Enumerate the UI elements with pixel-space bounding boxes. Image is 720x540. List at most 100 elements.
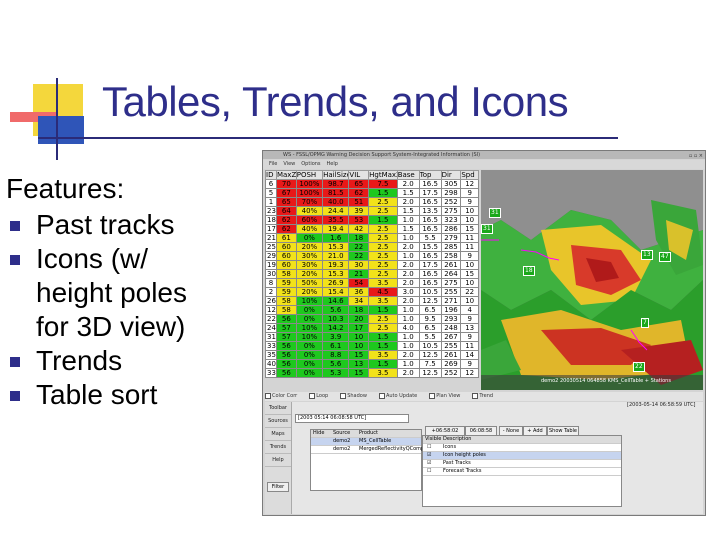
layer-row[interactable]: ☐ Icons — [423, 444, 621, 452]
table-cell: 59 — [275, 278, 297, 288]
layer-row[interactable]: ☑ Past Tracks — [423, 460, 621, 468]
column-header[interactable]: Dir — [440, 170, 462, 180]
table-row[interactable]: 8 59 50% 26.9 54 3.5 2.0 16.5 275 10 — [265, 278, 479, 288]
table-row[interactable]: 1 65 70% 40.0 51 2.5 2.0 16.5 252 9 — [265, 197, 479, 207]
column-header[interactable]: Top — [418, 170, 442, 180]
table-row[interactable]: 25 60 20% 15.3 22 2.5 2.0 15.5 285 11 — [265, 242, 479, 252]
checkbox[interactable] — [472, 392, 479, 399]
side-tab[interactable]: Trends — [265, 441, 291, 454]
table-row[interactable]: 2 59 20% 15.4 36 4.5 3.0 10.5 255 22 — [265, 287, 479, 297]
checkbox[interactable] — [309, 392, 316, 399]
layer-description: Forecast Tracks — [443, 468, 482, 474]
window-controls[interactable]: ▫ ▫ × — [689, 152, 703, 159]
table-row[interactable]: 12 58 0% 5.6 18 1.5 1.0 6.5 196 4 — [265, 305, 479, 315]
side-tab[interactable]: Sources — [265, 415, 291, 428]
side-tab[interactable]: Maps — [265, 428, 291, 441]
bullet-icon — [10, 221, 20, 231]
menu-item[interactable]: View — [283, 161, 295, 167]
table-cell: 33 — [265, 368, 277, 378]
control-label: Plan View — [436, 393, 461, 399]
storm-id-icon[interactable]: 7 — [641, 318, 649, 328]
table-row[interactable]: 30 58 20% 15.3 21 2.5 2.0 16.5 264 15 — [265, 269, 479, 279]
table-row[interactable]: 5 67 100% 81.5 62 1.5 1.5 17.5 298 9 — [265, 188, 479, 198]
table-row[interactable]: 6 70 100% 98.7 65 7.5 2.0 16.5 305 12 — [265, 179, 479, 189]
control-option[interactable]: Trend — [472, 392, 499, 399]
control-option[interactable]: Auto Update — [378, 392, 423, 399]
control-option[interactable]: Plan View — [429, 392, 466, 399]
menu-item[interactable]: File — [269, 161, 277, 167]
map-caption: demo2 20030514 064858 KMS_CellTable + St… — [541, 378, 671, 384]
column-header[interactable]: VIL — [348, 170, 370, 180]
checkbox[interactable] — [429, 392, 436, 399]
table-cell: 5.5 — [418, 233, 442, 243]
control-option[interactable]: Color Corr — [265, 392, 303, 399]
column-header[interactable]: MaxZ — [275, 170, 297, 180]
table-row[interactable]: 31 57 10% 3.9 10 1.5 1.0 5.5 267 9 — [265, 332, 479, 342]
table-cell: 1.0 — [396, 341, 420, 351]
control-option[interactable]: Loop — [309, 392, 334, 399]
side-tab[interactable]: Toolbar — [265, 402, 291, 415]
table-row[interactable]: 17 62 40% 19.4 42 2.5 1.5 16.5 286 15 — [265, 224, 479, 234]
storm-id-icon[interactable]: 13 — [641, 250, 653, 260]
source-row[interactable]: demo2 MergedReflectivityQComposite — [311, 446, 436, 454]
source-header-hide: Hide — [313, 430, 325, 436]
source-table[interactable]: Hide Source Product demo2 MS_CellTable d… — [310, 429, 436, 491]
checkbox-checked-icon[interactable]: ☑ — [427, 452, 431, 459]
table-cell: 17 — [348, 323, 370, 333]
table-row[interactable]: 35 56 0% 8.8 15 3.5 2.0 12.5 261 14 — [265, 350, 479, 360]
radar-map[interactable]: 31 31 13 47 18 7 22 demo2 20030514 064858 KMS_… — [481, 170, 703, 390]
table-cell: 275 — [440, 278, 462, 288]
checkbox-empty-icon[interactable]: ☐ — [427, 468, 431, 475]
table-row[interactable]: 19 60 30% 19.3 30 2.5 2.0 17.5 261 10 — [265, 260, 479, 270]
table-cell: 58 — [275, 296, 297, 306]
table-row[interactable]: 26 58 10% 14.6 34 3.5 2.0 12.5 271 10 — [265, 296, 479, 306]
column-header[interactable]: ID — [265, 170, 277, 180]
menu-item[interactable]: Options — [301, 161, 320, 167]
table-cell: 59 — [275, 287, 297, 297]
storm-id-icon[interactable]: 22 — [633, 362, 645, 372]
storm-id-icon[interactable]: 47 — [659, 252, 671, 262]
table-row[interactable]: 33 56 0% 5.3 15 3.5 2.0 12.5 252 12 — [265, 368, 479, 378]
storm-id-icon[interactable]: 31 — [489, 208, 501, 218]
checkbox[interactable] — [340, 392, 347, 399]
storm-id-icon[interactable]: 31 — [481, 224, 493, 234]
table-cell: 6 — [265, 179, 277, 189]
column-header[interactable]: HgtMaxZ — [368, 170, 398, 180]
layer-row[interactable]: ☑ Icon height poles — [423, 452, 621, 460]
layer-description: Icons — [443, 444, 457, 450]
source-name: demo2 — [333, 438, 351, 444]
column-header[interactable]: HailSize — [322, 170, 350, 180]
table-row[interactable]: 23 64 40% 24.4 39 2.5 1.5 13.5 275 10 — [265, 206, 479, 216]
checkbox-checked-icon[interactable]: ☑ — [427, 460, 431, 467]
checkbox-empty-icon[interactable]: ☐ — [427, 444, 431, 451]
side-tab[interactable]: Help — [265, 454, 291, 467]
column-header[interactable]: Spd — [460, 170, 479, 180]
table-row[interactable]: 33 56 0% 6.1 10 1.5 1.0 10.5 255 11 — [265, 341, 479, 351]
table-row[interactable]: 29 60 30% 21.0 22 2.5 1.0 16.5 258 9 — [265, 251, 479, 261]
storm-id-icon[interactable]: 18 — [523, 266, 535, 276]
checkbox[interactable] — [265, 392, 271, 399]
layer-row[interactable]: ☐ Forecast Tracks — [423, 468, 621, 476]
column-header[interactable]: Base — [396, 170, 420, 180]
slide-title: Tables, Trends, and Icons — [102, 78, 569, 125]
menu-item[interactable]: Help — [327, 161, 338, 167]
cell-table[interactable]: IDMaxZPOSHHailSizeVILHgtMaxZBaseTopDirSp… — [265, 170, 479, 378]
feature-item: Past tracks — [6, 208, 187, 242]
table-cell: 252 — [440, 368, 462, 378]
filter-button[interactable]: Filter — [267, 482, 289, 492]
table-row[interactable]: 18 62 60% 35.5 53 1.5 1.0 16.5 323 10 — [265, 215, 479, 225]
table-cell: 18 — [348, 305, 370, 315]
table-row[interactable]: 21 61 0% 1.6 18 2.5 1.0 5.5 279 11 — [265, 233, 479, 243]
table-row[interactable]: 40 56 0% 5.6 13 1.5 1.0 7.5 269 9 — [265, 359, 479, 369]
table-cell: 3.5 — [368, 350, 398, 360]
source-row[interactable]: demo2 MS_CellTable — [311, 438, 421, 446]
table-cell: 10 — [460, 215, 479, 225]
table-row[interactable]: 22 56 0% 10.3 20 2.5 1.0 9.5 293 9 — [265, 314, 479, 324]
checkbox[interactable] — [378, 392, 385, 399]
column-header[interactable]: POSH — [295, 170, 324, 180]
time-field[interactable]: [2003 05:14 06:08:58 UTC] — [295, 414, 409, 423]
display-controls: Color Corr Loop Shadow Auto Update Plan View… — [265, 392, 703, 401]
control-option[interactable]: Shadow — [340, 392, 373, 399]
table-row[interactable]: 24 57 10% 14.2 17 2.5 4.0 6.5 248 13 — [265, 323, 479, 333]
table-cell: 10% — [295, 323, 324, 333]
